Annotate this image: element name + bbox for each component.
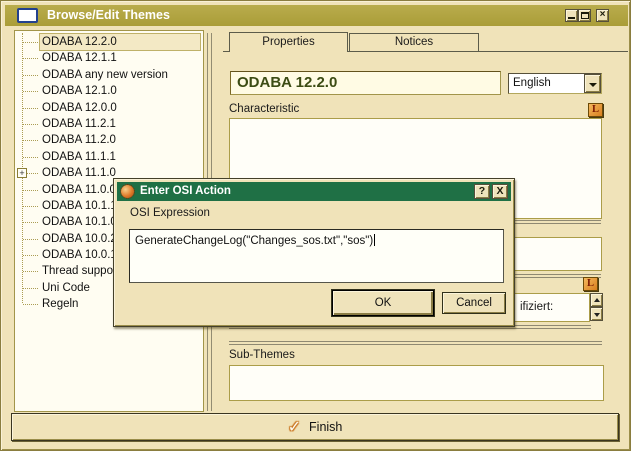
tree-item-label: ODABA 11.0.0 — [40, 182, 118, 198]
tree-item[interactable]: ODABA 11.2.0 — [15, 132, 203, 148]
tree-item-label: ODABA 12.2.0 — [40, 34, 200, 50]
osi-app-icon — [121, 185, 134, 198]
tree-item-label: ODABA 12.1.0 — [40, 83, 119, 99]
text-cursor — [374, 234, 375, 246]
tab-properties[interactable]: Properties — [229, 32, 348, 52]
finish-label: Finish — [309, 420, 342, 434]
tree-item-label: ODABA 12.0.0 — [40, 100, 119, 116]
tab-notices[interactable]: Notices — [349, 33, 479, 51]
tree-item-label: Regeln — [40, 296, 80, 312]
tree-item-label: ODABA 11.1.0 — [40, 165, 118, 181]
tree-item-label: Uni Code — [40, 280, 92, 296]
language-dropdown-button[interactable] — [584, 74, 601, 93]
language-value: English — [513, 77, 551, 89]
osi-expression-value: GenerateChangeLog("Changes_sos.txt","sos… — [135, 235, 373, 247]
tree-item[interactable]: ODABA 11.1.1 — [15, 149, 203, 165]
maximize-icon — [581, 12, 589, 19]
language-badge-icon[interactable]: L — [588, 103, 603, 117]
theme-name-field[interactable]: ODABA 12.2.0 — [230, 71, 501, 95]
tree-item[interactable]: ODABA 12.0.0 — [15, 100, 203, 116]
language-badge-icon[interactable]: L — [583, 277, 598, 291]
dialog-close-button[interactable]: X — [492, 184, 508, 199]
osi-action-dialog: Enter OSI Action ? X OSI Expression Gene… — [113, 178, 515, 327]
arrow-down-icon — [594, 313, 600, 317]
language-select[interactable]: English — [508, 73, 602, 94]
tree-item-label: ODABA 10.0.2. — [40, 231, 122, 247]
dialog-title: Enter OSI Action — [140, 185, 231, 197]
tree-item-label: ODABA 11.2.0 — [40, 132, 118, 148]
expand-icon[interactable]: + — [17, 168, 27, 178]
tree-item-label: ODABA 10.1.0 — [40, 214, 119, 230]
tree-item[interactable]: ODABA any new version — [15, 67, 203, 83]
subthemes-field[interactable] — [229, 365, 604, 401]
minimize-icon — [568, 17, 575, 19]
close-button[interactable]: × — [596, 9, 609, 22]
tree-item-label: ODABA 10.0.1. — [40, 247, 122, 263]
spin-up-button[interactable] — [590, 293, 603, 307]
ok-button[interactable]: OK — [332, 290, 434, 316]
tree-item[interactable]: ODABA 12.2.0 — [15, 34, 203, 50]
arrow-up-icon — [594, 298, 600, 302]
tree-item[interactable]: ODABA 12.1.0 — [15, 83, 203, 99]
app-icon — [17, 8, 38, 23]
characteristic-label: Characteristic — [229, 103, 299, 115]
modified-label-partial: ifiziert: — [520, 301, 553, 313]
maximize-button[interactable] — [578, 9, 591, 22]
cancel-button[interactable]: Cancel — [442, 292, 506, 314]
tree-item-label: ODABA 10.1.1 — [40, 198, 119, 214]
window-title: Browse/Edit Themes — [47, 8, 170, 22]
chevron-down-icon — [589, 83, 597, 87]
main-window: Browse/Edit Themes × ODABA 12.2.0ODABA 1… — [0, 0, 631, 451]
divider — [229, 341, 602, 345]
tree-item-label: ODABA 11.1.1 — [40, 149, 118, 165]
spin-down-button[interactable] — [590, 307, 603, 321]
dialog-titlebar[interactable]: Enter OSI Action ? X — [117, 182, 511, 201]
dialog-help-button[interactable]: ? — [474, 184, 490, 199]
tree-item-label: ODABA any new version — [40, 67, 170, 83]
finish-button[interactable]: ✓ Finish — [11, 413, 619, 441]
tree-item-label: ODABA 11.2.1 — [40, 116, 118, 132]
osi-expression-input[interactable]: GenerateChangeLog("Changes_sos.txt","sos… — [129, 229, 504, 283]
minimize-button[interactable] — [565, 9, 578, 22]
titlebar[interactable]: Browse/Edit Themes × — [5, 5, 628, 26]
tree-item[interactable]: ODABA 12.1.1 — [15, 50, 203, 66]
osi-expression-label: OSI Expression — [130, 207, 210, 219]
subthemes-label: Sub-Themes — [229, 349, 295, 361]
check-icon: ✓ — [288, 417, 301, 437]
tree-item[interactable]: ODABA 11.2.1 — [15, 116, 203, 132]
tree-item-label: ODABA 12.1.1 — [40, 50, 119, 66]
tree-item-label: Thread support — [40, 263, 122, 279]
